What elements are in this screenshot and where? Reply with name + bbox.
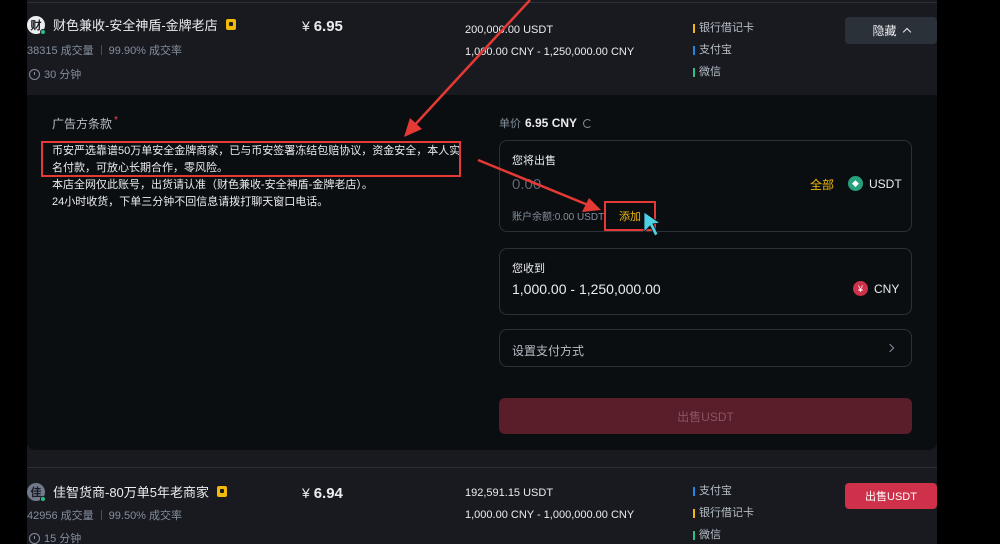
merchant-info[interactable]: 财 财色兼收-安全神盾-金牌老店 (27, 15, 236, 35)
completion-rate: 99.50% 成交率 (108, 510, 183, 522)
receive-label: 您收到 (512, 263, 545, 275)
cny-icon: ¥ (853, 281, 868, 296)
divider (27, 467, 937, 468)
clock-icon (29, 68, 40, 80)
payment-method-label: 微信 (699, 529, 721, 541)
sell-usdt-button-label: 出售USDT (865, 491, 917, 503)
hide-button-label: 隐藏 (872, 24, 897, 38)
coin-label: USDT (869, 176, 902, 191)
terms-title-text: 广告方条款 (52, 117, 113, 131)
payment-method-label: 银行借记卡 (699, 507, 754, 519)
divider (27, 2, 937, 3)
currency-label: CNY (874, 281, 900, 296)
payment-method-label: 设置支付方式 (512, 344, 585, 358)
merchant-stats: 38315 成交量 99.90% 成交率 (27, 42, 182, 58)
payment-method-label: 支付宝 (699, 44, 732, 56)
verified-merchant-icon (217, 486, 228, 497)
payment-method-label: 微信 (699, 66, 721, 78)
sell-amount-box: 您将出售 全部 ◆ USDT 账户余额:0.00 USDT 添加 (499, 140, 912, 232)
completion-rate: 99.90% 成交率 (108, 45, 183, 57)
add-button[interactable]: 添加 (604, 201, 656, 231)
terms-title: 广告方条款 * (52, 115, 118, 132)
price: ¥ 6.95 (302, 18, 343, 35)
payment-time-text: 15 分钟 (44, 533, 82, 544)
divider (100, 510, 102, 520)
online-dot-icon (40, 28, 46, 35)
payment-methods: 银行借记卡 支付宝 微信 (693, 17, 754, 83)
merchant-name[interactable]: 财色兼收-安全神盾-金牌老店 (53, 15, 218, 34)
limit-range: 1,000.00 CNY - 1,000,000.00 CNY (465, 509, 635, 521)
limits: 200,000.00 USDT 1,000.00 CNY - 1,250,000… (465, 19, 634, 63)
annotation-box (41, 141, 461, 177)
usdt-icon: ◆ (848, 176, 863, 191)
divider (100, 45, 102, 55)
payment-method-label: 支付宝 (699, 485, 732, 497)
sell-usdt-button-label: 出售USDT (677, 409, 734, 424)
order-panel: 广告方条款 * 币安严选靠谱50万单安全金牌商家，已与币安签署冻结包赔协议，资金安… (27, 95, 937, 450)
p2p-listings: 财 财色兼收-安全神盾-金牌老店 38315 成交量 99.90% 成交率 30… (27, 0, 937, 544)
merchant-info[interactable]: 佳 佳智货商-80万单5年老商家 (27, 482, 228, 502)
all-button[interactable]: 全部 (810, 176, 834, 193)
chevron-up-icon (902, 27, 911, 37)
currency-symbol: ¥ (302, 485, 310, 501)
order-count: 42956 成交量 (27, 510, 94, 522)
fiat-currency: ¥ CNY (853, 281, 899, 296)
coin-selector: ◆ USDT (848, 176, 902, 191)
bank-card-marker-icon (693, 508, 695, 518)
payment-method-selector[interactable]: 设置支付方式 (499, 329, 912, 367)
unit-price-value: 6.95 CNY (525, 116, 578, 130)
sell-label: 您将出售 (512, 155, 556, 167)
sell-usdt-button[interactable]: 出售USDT (499, 398, 912, 434)
receive-amount[interactable]: 1,000.00 - 1,250,000.00 (512, 281, 661, 297)
merchant-stats: 42956 成交量 99.50% 成交率 (27, 507, 182, 523)
order-count: 38315 成交量 (27, 45, 94, 57)
unit-price-label: 单价 (499, 118, 521, 130)
listing-row: 佳 佳智货商-80万单5年老商家 42956 成交量 99.50% 成交率 15… (27, 467, 937, 544)
payment-method: 银行借记卡 (693, 17, 754, 39)
payment-method-label: 银行借记卡 (699, 22, 754, 34)
price: ¥ 6.94 (302, 485, 343, 502)
merchant-name[interactable]: 佳智货商-80万单5年老商家 (53, 482, 209, 501)
price-value: 6.94 (313, 485, 343, 502)
payment-method: 微信 (693, 61, 754, 83)
add-button-label: 添加 (619, 211, 641, 223)
verified-merchant-icon (225, 19, 236, 30)
avatar: 佳 (27, 482, 46, 502)
available-amount: 192,591.15 USDT (465, 487, 554, 499)
avatar: 财 (27, 15, 46, 35)
price-value: 6.95 (313, 18, 343, 35)
payment-method: 支付宝 (693, 39, 754, 61)
terms-line: 本店全网仅此账号，出货请认准（财色兼收-安全神盾-金牌老店）。 (52, 179, 373, 191)
alipay-marker-icon (693, 45, 695, 55)
payment-method: 微信 (693, 524, 754, 544)
wechat-marker-icon (693, 67, 695, 77)
clock-icon (29, 532, 40, 544)
listing-row: 财 财色兼收-安全神盾-金牌老店 38315 成交量 99.90% 成交率 30… (27, 0, 937, 95)
wechat-marker-icon (693, 530, 695, 540)
sell-amount-input[interactable] (512, 176, 712, 193)
terms-line: 24小时收货，下单三分钟不回信息请拨打聊天窗口电话。 (52, 196, 329, 208)
required-mark: * (114, 115, 118, 126)
currency-symbol: ¥ (302, 18, 310, 34)
account-balance: 账户余额:0.00 USDT (512, 212, 605, 223)
unit-price: 单价 6.95 CNY (499, 115, 593, 131)
sell-usdt-button[interactable]: 出售USDT (845, 483, 937, 509)
payment-method: 银行借记卡 (693, 502, 754, 524)
online-dot-icon (40, 495, 46, 502)
payment-method: 支付宝 (693, 480, 754, 502)
bank-card-marker-icon (693, 23, 695, 33)
refresh-icon[interactable] (583, 118, 593, 128)
hide-button[interactable]: 隐藏 (845, 17, 937, 44)
payment-methods: 支付宝 银行借记卡 微信 (693, 480, 754, 544)
chevron-right-icon (885, 343, 895, 353)
available-amount: 200,000.00 USDT (465, 24, 554, 36)
limit-range: 1,000.00 CNY - 1,250,000.00 CNY (465, 46, 635, 58)
payment-time: 15 分钟 (29, 530, 81, 544)
payment-time-text: 30 分钟 (44, 69, 82, 81)
receive-amount-box: 您收到 1,000.00 - 1,250,000.00 ¥ CNY (499, 248, 912, 315)
limits: 192,591.15 USDT 1,000.00 CNY - 1,000,000… (465, 482, 634, 526)
payment-time: 30 分钟 (29, 66, 81, 82)
alipay-marker-icon (693, 486, 695, 496)
